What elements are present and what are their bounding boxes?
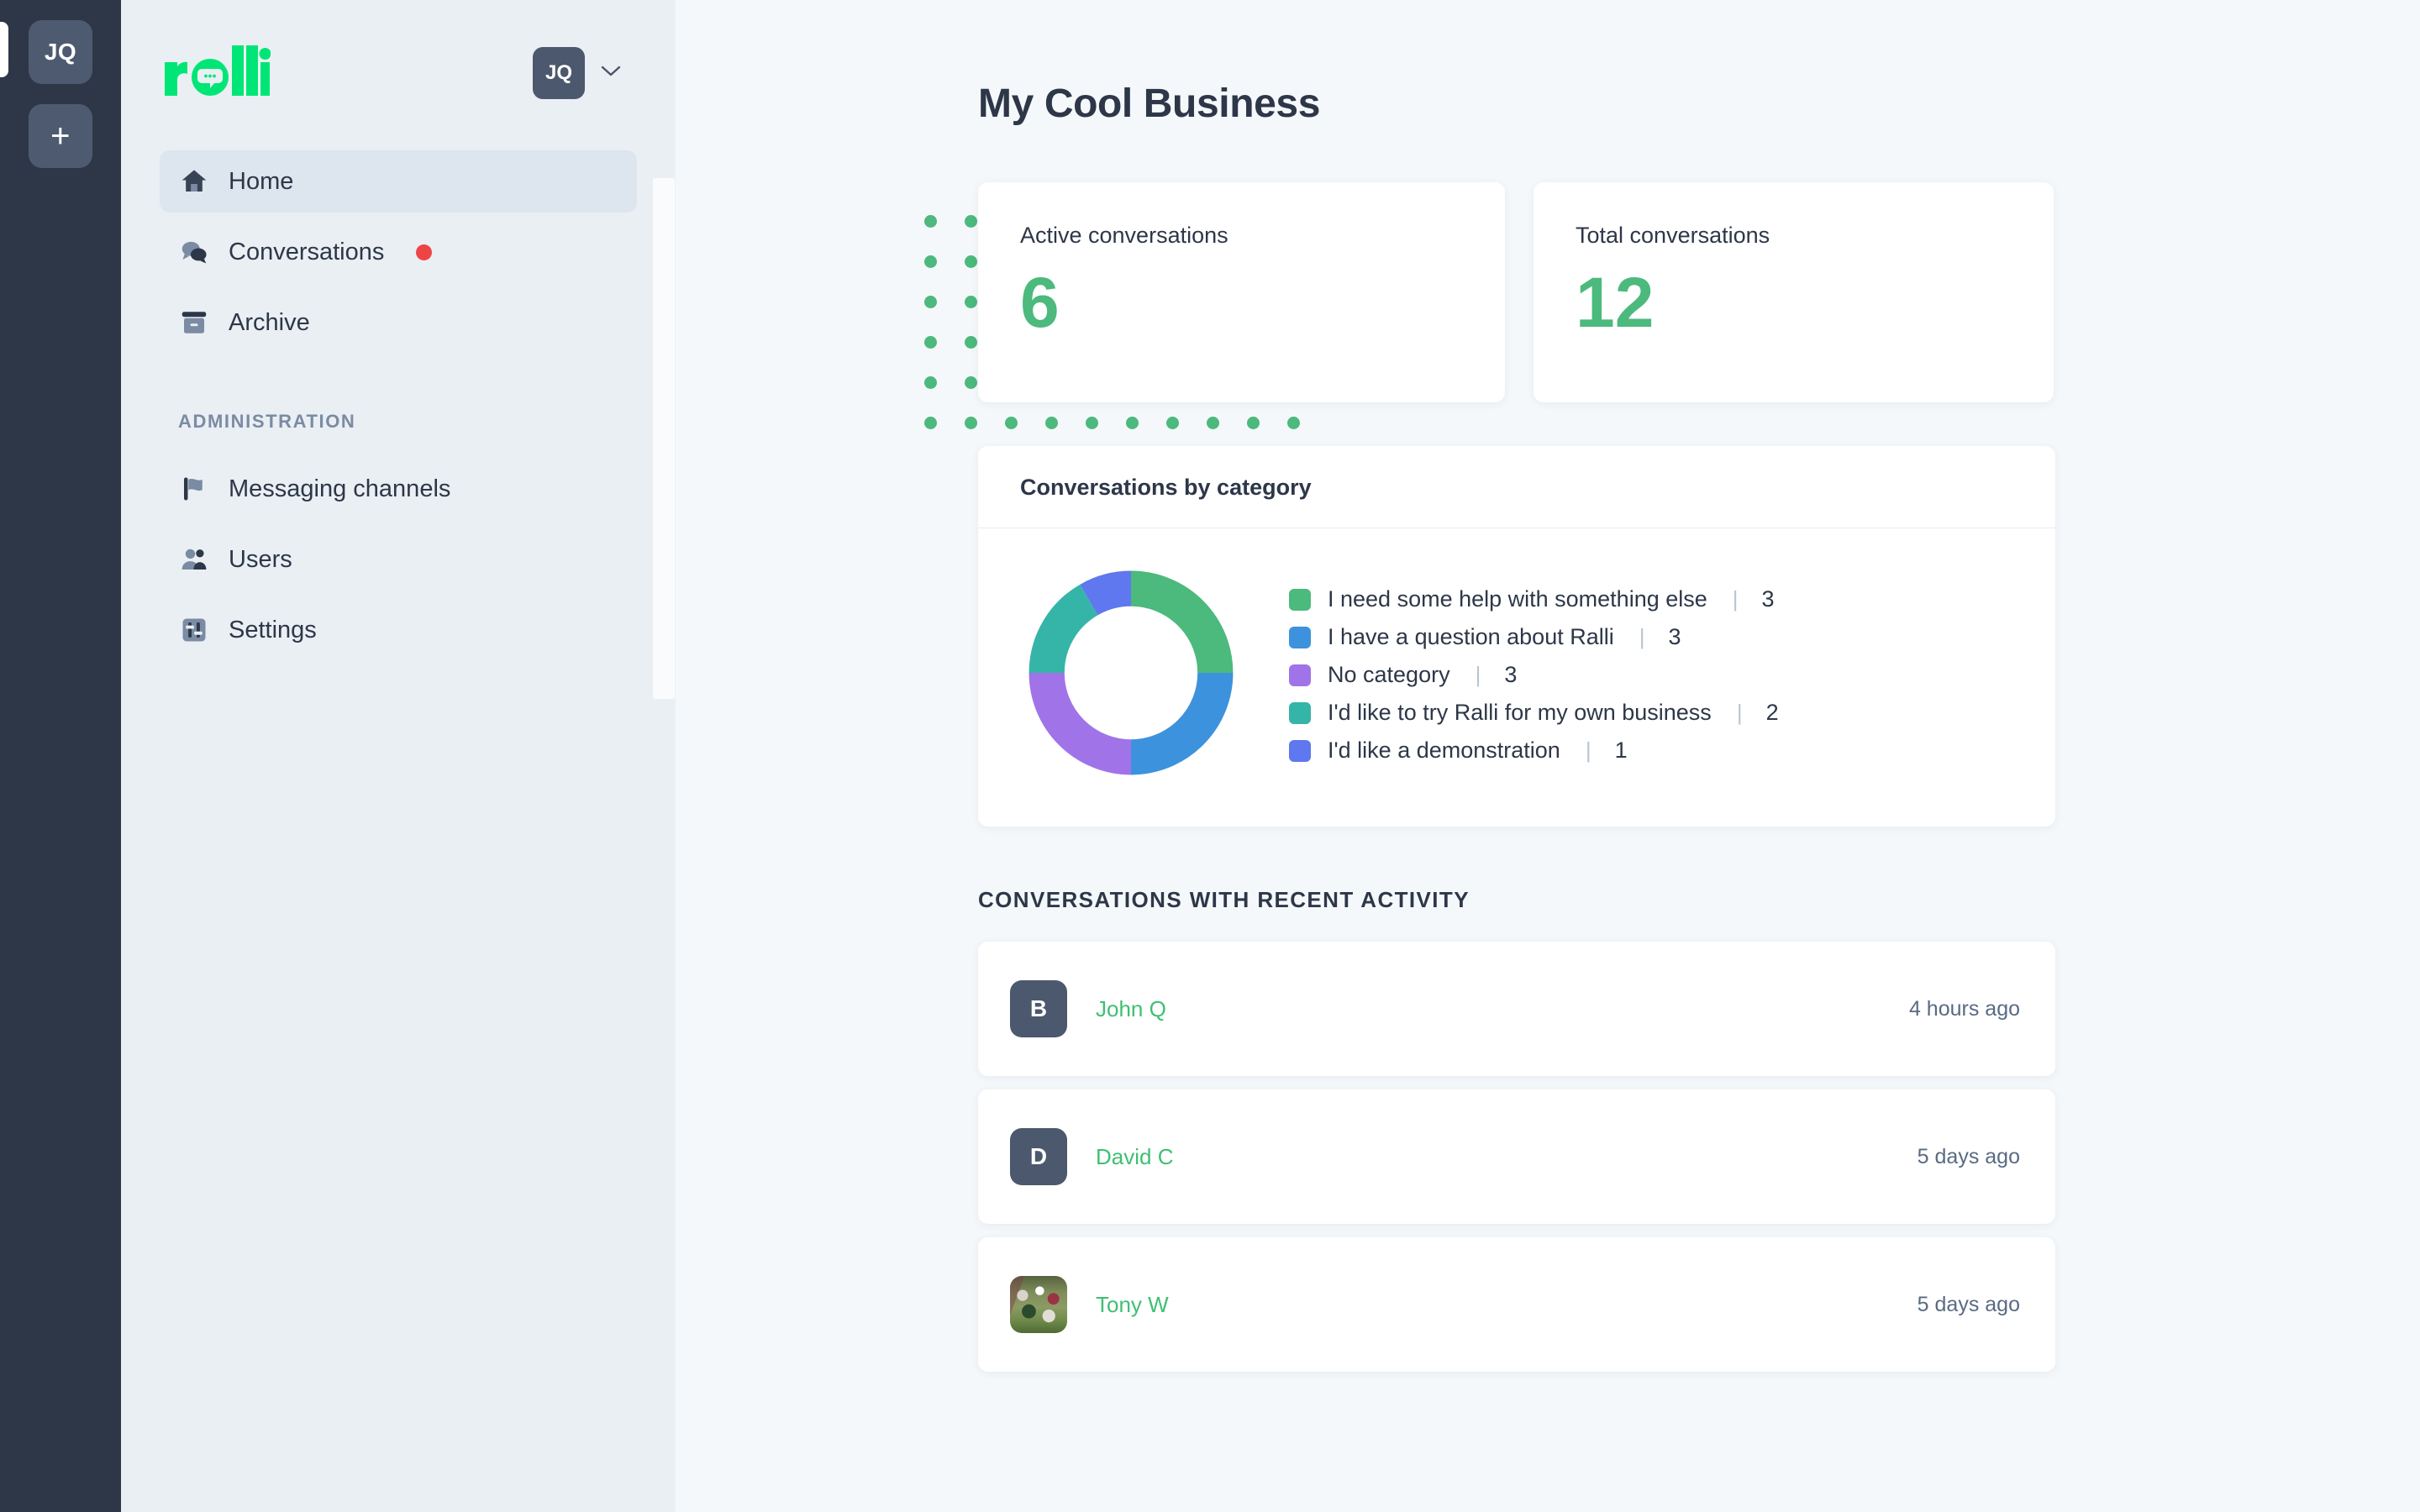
sidebar-item-home[interactable]: Home — [160, 150, 637, 213]
conversation-row[interactable]: B John Q 4 hours ago — [978, 942, 2055, 1076]
unread-badge-icon — [416, 244, 433, 260]
sidebar-item-archive[interactable]: Archive — [160, 291, 637, 354]
legend-separator: | — [1639, 624, 1645, 649]
legend-item: I'd like a demonstration | 1 — [1289, 738, 1779, 764]
sidebar-item-users[interactable]: Users — [160, 528, 637, 591]
sidebar-item-label: Messaging channels — [229, 475, 451, 502]
legend-separator: | — [1736, 700, 1743, 725]
legend-item: I need some help with something else | 3 — [1289, 586, 1779, 612]
chevron-down-icon[interactable] — [598, 62, 623, 83]
card-title: Conversations by category — [978, 446, 2055, 528]
sidebar-scrollbar-thumb[interactable] — [653, 178, 675, 699]
legend-label: I have a question about Ralli — [1328, 624, 1614, 649]
legend-count: 2 — [1765, 700, 1779, 725]
sidebar-item-label: Users — [229, 545, 292, 573]
stat-value: 6 — [1020, 263, 1060, 342]
legend-label: I'd like to try Ralli for my own busines… — [1328, 700, 1712, 725]
sidebar-section-title: ADMINISTRATION — [178, 411, 356, 432]
chart-legend: I need some help with something else | 3 I … — [1289, 586, 1779, 764]
donut-segment — [1080, 570, 1132, 616]
sidebar: JQ Home Conversations Archive ADMINISTRA… — [121, 0, 676, 1512]
conversation-timestamp: 5 days ago — [1917, 1292, 2020, 1316]
legend-separator: | — [1475, 662, 1481, 687]
legend-count: 3 — [1761, 586, 1775, 612]
account-switcher[interactable]: JQ — [533, 46, 623, 99]
account-avatar[interactable]: JQ — [533, 46, 585, 99]
legend-color-swatch — [1289, 701, 1311, 724]
legend-count: 3 — [1668, 624, 1681, 649]
conversation-participant-name[interactable]: Tony W — [1096, 1292, 1169, 1318]
sidebar-nav: Home Conversations Archive ADMINISTRATIO… — [121, 150, 676, 669]
sidebar-item-label: Home — [229, 167, 294, 195]
legend-separator: | — [1585, 738, 1591, 763]
workspace-rail: JQ + — [0, 0, 121, 1512]
rail-active-indicator — [0, 22, 8, 77]
sliders-icon — [178, 614, 210, 646]
conversation-participant-name[interactable]: David C — [1096, 1144, 1173, 1170]
legend-color-swatch — [1289, 664, 1311, 686]
stat-value: 12 — [1576, 263, 1655, 342]
conversation-timestamp: 5 days ago — [1917, 1144, 2020, 1168]
legend-separator: | — [1732, 586, 1739, 612]
conversation-row[interactable]: D David C 5 days ago — [978, 1089, 2055, 1224]
legend-label: I need some help with something else — [1328, 586, 1707, 612]
avatar: B — [1010, 980, 1067, 1037]
conversation-timestamp: 4 hours ago — [1908, 996, 2020, 1021]
chat-icon — [178, 236, 210, 268]
legend-count: 3 — [1504, 662, 1518, 687]
sidebar-item-conversations[interactable]: Conversations — [160, 221, 637, 283]
stat-card-total-conversations: Total conversations 12 — [1534, 182, 2054, 402]
users-icon — [178, 543, 210, 575]
conversation-row[interactable]: Tony W 5 days ago — [978, 1237, 2055, 1372]
stat-card-active-conversations: Active conversations 6 — [978, 182, 1505, 402]
ralli-logo — [163, 44, 271, 102]
sidebar-item-label: Archive — [229, 308, 310, 336]
stat-label: Total conversations — [1576, 223, 1770, 248]
recent-activity-title: CONVERSATIONS WITH RECENT ACTIVITY — [978, 887, 1470, 912]
legend-color-swatch — [1289, 626, 1311, 648]
donut-segment — [1130, 570, 1234, 674]
home-icon — [178, 165, 210, 197]
sidebar-item-label: Settings — [229, 616, 317, 643]
sidebar-item-label: Conversations — [229, 238, 385, 265]
stats-row: Active conversations 6 Total conversatio… — [978, 182, 2054, 402]
app-root: JQ + JQ Home Conversations Archive ADMIN… — [0, 0, 2420, 1512]
legend-color-swatch — [1289, 588, 1311, 611]
sidebar-item-messaging-channels[interactable]: Messaging channels — [160, 458, 637, 520]
archive-icon — [178, 307, 210, 339]
donut-segment — [1028, 672, 1132, 775]
main-content: My Cool Business Active conversations 6 … — [676, 0, 2420, 1512]
donut-segment — [1028, 584, 1099, 674]
legend-item: No category | 3 — [1289, 662, 1779, 688]
rail-add-workspace-button[interactable]: + — [29, 104, 92, 168]
conversations-by-category-card: Conversations by category I need some he… — [978, 446, 2055, 827]
legend-item: I'd like to try Ralli for my own busines… — [1289, 700, 1779, 726]
page-title: My Cool Business — [978, 81, 1321, 126]
recent-conversation-list: B John Q4 hours ago D David C5 days ago Tony… — [978, 942, 2055, 1372]
flag-icon — [178, 473, 210, 505]
avatar: D — [1010, 1128, 1067, 1185]
sidebar-item-settings[interactable]: Settings — [160, 599, 637, 661]
donut-segment — [1130, 672, 1234, 775]
legend-count: 1 — [1614, 738, 1628, 763]
legend-label: I'd like a demonstration — [1328, 738, 1560, 763]
legend-color-swatch — [1289, 739, 1311, 762]
conversation-participant-name[interactable]: John Q — [1096, 996, 1166, 1022]
sidebar-scrollbar-track[interactable] — [652, 0, 676, 1512]
avatar — [1010, 1276, 1067, 1333]
stat-label: Active conversations — [1020, 223, 1228, 248]
rail-workspace-avatar[interactable]: JQ — [29, 20, 92, 84]
legend-label: No category — [1328, 662, 1450, 687]
sidebar-header: JQ — [121, 0, 676, 102]
legend-item: I have a question about Ralli | 3 — [1289, 624, 1779, 650]
donut-chart — [1020, 562, 1242, 788]
